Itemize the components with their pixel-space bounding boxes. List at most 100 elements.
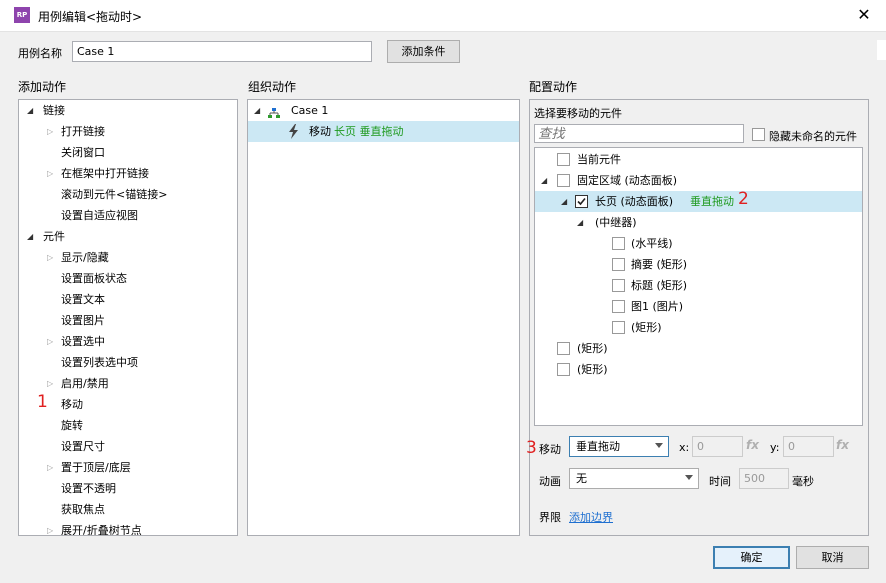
action-item[interactable]: ▷ 置于顶层/底层 [19, 457, 219, 478]
time-input[interactable]: 500 [739, 468, 789, 489]
action-item[interactable]: 设置图片 [19, 310, 219, 331]
expanded-arrow-icon[interactable]: ◢ [254, 100, 260, 121]
widget-tree-row[interactable]: (矩形) [535, 338, 862, 359]
widget-tree-row[interactable]: ◢ 长页 (动态面板) 垂直拖动 2 [535, 189, 862, 212]
widget-search-input[interactable] [534, 124, 744, 143]
widget-tree-row[interactable]: (矩形) [535, 317, 862, 338]
action-item[interactable]: 设置面板状态 [19, 268, 219, 289]
collapsed-arrow-icon[interactable]: ▷ [47, 121, 53, 142]
move-type-select[interactable]: 垂直拖动 [569, 436, 669, 457]
add-boundary-link[interactable]: 添加边界 [569, 509, 613, 525]
y-input[interactable]: 0 [783, 436, 834, 457]
hide-unnamed-label: 隐藏未命名的元件 [769, 130, 857, 143]
action-target: 长页 垂直拖动 [334, 125, 404, 138]
add-condition-button[interactable]: 添加条件 [387, 40, 460, 63]
organize-action-tree[interactable]: ◢ Case 1 移动 长页 垂直拖动 [247, 99, 520, 536]
action-item[interactable]: ◢ 链接 [19, 100, 219, 121]
action-item[interactable]: 设置自适应视图 [19, 205, 219, 226]
collapsed-arrow-icon[interactable]: ▷ [47, 457, 53, 478]
x-fx-button[interactable]: fx [746, 438, 759, 452]
widget-tree-row[interactable]: 图1 (图片) [535, 296, 862, 317]
case-name-label: 用例名称 [18, 47, 62, 60]
collapsed-arrow-icon[interactable]: ▷ [47, 247, 53, 268]
widget-checkbox[interactable] [557, 363, 570, 376]
widget-checkbox[interactable] [612, 321, 625, 334]
expanded-arrow-icon[interactable]: ◢ [577, 212, 583, 233]
widget-tree-row[interactable]: ◢ (中继器) [535, 212, 862, 233]
action-item[interactable]: ▷ 打开链接 [19, 121, 219, 142]
widget-checkbox[interactable] [612, 300, 625, 313]
widget-checkbox[interactable] [557, 342, 570, 355]
action-item[interactable]: ▷ 启用/禁用 [19, 373, 219, 394]
add-action-tree[interactable]: ◢ 链接 ▷ 打开链接 关闭窗口 ▷ 在框架中打开链接 滚动到元件<锚链接> 设置自适应视图 ◢ 元… [18, 99, 238, 536]
action-item[interactable]: 获取焦点 [19, 499, 219, 520]
action-item[interactable]: 设置列表选中项 [19, 352, 219, 373]
action-item[interactable]: 移动 1 [19, 392, 219, 415]
action-row[interactable]: 移动 长页 垂直拖动 [248, 121, 519, 142]
widget-checkbox[interactable] [557, 174, 570, 187]
action-item-label: 设置自适应视图 [61, 209, 138, 222]
action-item[interactable]: 设置文本 [19, 289, 219, 310]
widget-tree-row[interactable]: (水平线) [535, 233, 862, 254]
widget-checkbox[interactable] [557, 153, 570, 166]
widget-tree-row[interactable]: (矩形) [535, 359, 862, 380]
action-item-label: 移动 [61, 398, 83, 411]
expanded-arrow-icon[interactable]: ◢ [541, 170, 547, 191]
widget-tree-row[interactable]: 标题 (矩形) [535, 275, 862, 296]
expanded-arrow-icon[interactable]: ◢ [561, 191, 567, 212]
configure-action-heading: 配置动作 [529, 80, 578, 94]
expanded-arrow-icon[interactable]: ◢ [27, 100, 33, 121]
collapsed-arrow-icon[interactable]: ▷ [47, 373, 53, 394]
action-item[interactable]: 设置尺寸 [19, 436, 219, 457]
widget-tree-row[interactable]: ◢ 固定区域 (动态面板) [535, 170, 862, 191]
title-bar: RP 用例编辑<拖动时> ✕ [0, 0, 886, 32]
chevron-down-icon [685, 475, 693, 480]
widget-tree-row[interactable]: 摘要 (矩形) [535, 254, 862, 275]
action-item-label: 链接 [43, 104, 65, 117]
action-item[interactable]: 设置不透明 [19, 478, 219, 499]
y-label: y: [770, 441, 780, 454]
close-icon[interactable]: ✕ [852, 4, 876, 28]
collapsed-arrow-icon[interactable]: ▷ [47, 331, 53, 352]
animation-select[interactable]: 无 [569, 468, 699, 489]
widget-checkbox[interactable] [612, 237, 625, 250]
x-input[interactable]: 0 [692, 436, 743, 457]
collapsed-arrow-icon[interactable]: ▷ [47, 520, 53, 535]
action-item-label: 设置面板状态 [61, 272, 127, 285]
widget-checkbox[interactable] [612, 258, 625, 271]
organize-action-heading: 组织动作 [248, 80, 297, 94]
lightning-icon [288, 124, 300, 146]
case-name-input[interactable] [72, 41, 372, 62]
action-item-label: 设置文本 [61, 293, 105, 306]
x-label: x: [679, 441, 690, 454]
widget-checkbox[interactable] [612, 279, 625, 292]
case-row[interactable]: ◢ Case 1 [248, 100, 519, 121]
time-label: 时间 [709, 475, 731, 488]
action-item[interactable]: 滚动到元件<锚链接> [19, 184, 219, 205]
widget-tree[interactable]: 当前元件 ◢ 固定区域 (动态面板) ◢ 长页 (动态面板) 垂直拖动 2 ◢ (中继器) (水平… [534, 147, 863, 426]
action-item-label: 设置选中 [61, 335, 105, 348]
hide-unnamed-checkbox[interactable] [752, 128, 765, 141]
ok-button[interactable]: 确定 [713, 546, 790, 569]
action-item-label: 启用/禁用 [61, 377, 109, 390]
action-item[interactable]: ▷ 在框架中打开链接 [19, 163, 219, 184]
widget-tree-label: 标题 (矩形) [631, 279, 688, 292]
expanded-arrow-icon[interactable]: ◢ [27, 226, 33, 247]
y-fx-button[interactable]: fx [836, 438, 849, 452]
add-action-heading: 添加动作 [18, 80, 67, 94]
window-title: 用例编辑<拖动时> [38, 10, 143, 24]
action-item[interactable]: ▷ 展开/折叠树节点 [19, 520, 219, 535]
boundary-label: 界限 [539, 511, 561, 524]
action-item[interactable]: 关闭窗口 [19, 142, 219, 163]
widget-checkbox[interactable] [575, 195, 588, 208]
cancel-button[interactable]: 取消 [796, 546, 869, 569]
action-item[interactable]: ▷ 设置选中 [19, 331, 219, 352]
widget-tree-label: 当前元件 [577, 153, 621, 166]
chevron-down-icon [655, 443, 663, 448]
widget-tree-row[interactable]: 当前元件 [535, 149, 862, 170]
action-item[interactable]: ◢ 元件 [19, 226, 219, 247]
action-item[interactable]: 旋转 [19, 415, 219, 436]
interaction-name: 垂直拖动 [690, 195, 734, 208]
action-item[interactable]: ▷ 显示/隐藏 [19, 247, 219, 268]
collapsed-arrow-icon[interactable]: ▷ [47, 163, 53, 184]
